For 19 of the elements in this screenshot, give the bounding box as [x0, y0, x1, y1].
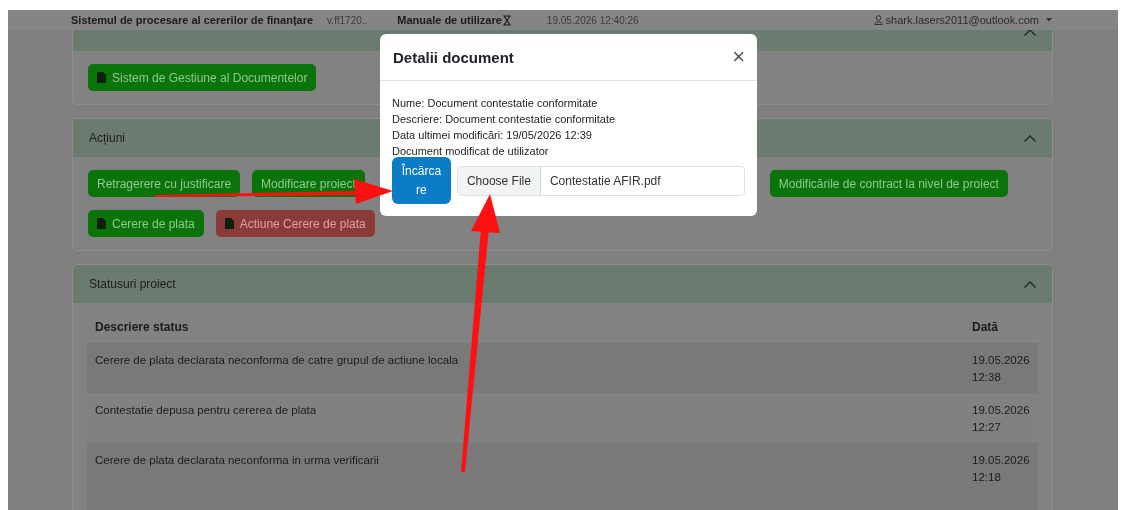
detail-text: Nume: Document contestatie conformitate [392, 96, 599, 111]
detail-text: Data ultimei modificări: 19/05/2026 12:39 [392, 128, 593, 143]
card-title: Statusuri proiect [89, 277, 176, 291]
table-cell: 19.05.2026 12:27 [964, 393, 1038, 443]
datetime-text: 19.05.2026 12:40:26 [546, 14, 639, 26]
version-text: v.ff1720.. [327, 14, 368, 26]
modal-title: Detalii document [393, 48, 514, 66]
table-cell: 19.05.2026 12:18 [964, 443, 1038, 510]
table-cell: Cerere de plata declarata neconforma de catre grupul de actiune locala [87, 343, 964, 393]
table-cell: Contestatie depusa pentru cererea de plata [87, 393, 964, 443]
table-cell: Cerere de plata declarata neconforma in urma verificarii [87, 443, 964, 510]
file-name: Contestatie AFIR.pdf [548, 172, 661, 190]
card-title: Acțiuni [89, 131, 126, 145]
table-cell: 19.05.2026 12:38 [964, 343, 1038, 393]
column-header: Descriere status [87, 312, 964, 343]
column-header: Dată [964, 312, 1038, 343]
detail-text: Descriere: Document contestatie conformitate [392, 112, 617, 127]
app-title: Sistemul de procesare al cererilor de finanțare [71, 14, 314, 26]
detail-text: Document modificat de utilizator [392, 144, 550, 159]
